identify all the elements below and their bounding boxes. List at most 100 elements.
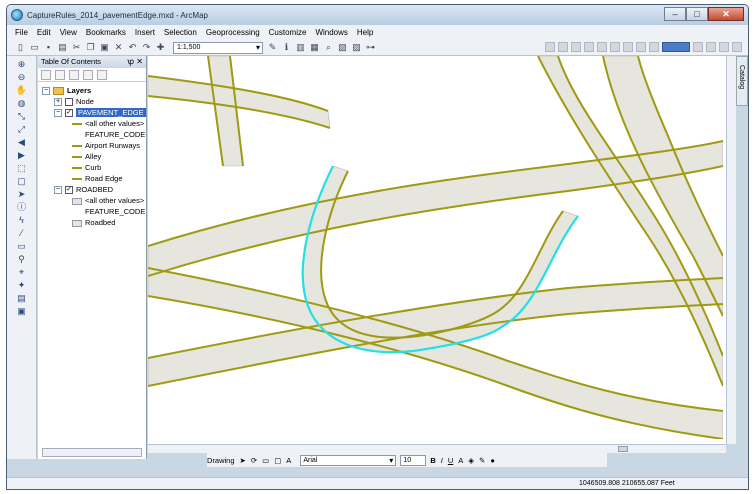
delete-icon[interactable]: ✕ [113, 42, 124, 53]
pan-icon[interactable]: ✋ [15, 85, 29, 95]
roadbed-polygons [148, 56, 724, 440]
menu-view[interactable]: View [60, 28, 77, 37]
font-family-dropdown[interactable]: Arial [300, 454, 397, 466]
map-scale-dropdown[interactable]: 1:1,500 [173, 41, 263, 54]
html-popup-icon[interactable]: ⁄ [15, 228, 29, 238]
collapse-icon[interactable]: − [42, 87, 50, 96]
collapse-icon[interactable]: − [54, 186, 62, 195]
arcmap-app-icon [11, 9, 23, 21]
callout-icon[interactable]: ▢ [274, 456, 281, 465]
find-route-icon[interactable]: ⌖ [15, 267, 29, 277]
create-viewer-window-icon[interactable]: ▣ [15, 306, 29, 316]
print-icon[interactable]: ▤ [57, 42, 68, 53]
minimize-button[interactable]: – [664, 7, 686, 21]
toc-horizontal-scrollbar[interactable] [42, 448, 142, 457]
scroll-thumb[interactable] [618, 446, 628, 452]
zoom-out-icon[interactable]: ⊖ [15, 72, 29, 82]
cut-icon[interactable]: ✂ [71, 42, 82, 53]
list-by-selection-icon[interactable] [83, 69, 93, 80]
previous-extent-icon[interactable]: ◀ [15, 137, 29, 147]
copy-icon[interactable]: ❐ [85, 42, 96, 53]
paste-icon[interactable]: ▣ [99, 42, 110, 53]
fixed-zoom-in-icon[interactable]: ⤡ [15, 111, 29, 121]
map-canvas[interactable] [148, 56, 724, 440]
menu-help[interactable]: Help [357, 28, 373, 37]
close-button[interactable]: ✕ [708, 7, 744, 21]
class-label: Road Edge [85, 174, 123, 183]
list-by-drawing-order-icon[interactable] [41, 69, 51, 80]
map-horizontal-scrollbar[interactable] [148, 444, 726, 453]
select-elements-icon[interactable]: ➤ [240, 456, 246, 465]
layers-group[interactable]: − Layers [42, 86, 91, 96]
fill-color-icon[interactable]: ◈ [468, 456, 474, 465]
menu-windows[interactable]: Windows [315, 28, 347, 37]
menu-selection[interactable]: Selection [164, 28, 197, 37]
node-layer[interactable]: + Node [54, 97, 94, 107]
rotate-icon[interactable]: ⟳ [251, 456, 257, 465]
color-ramp-dropdown[interactable] [662, 42, 690, 52]
pavement-visibility-checkbox[interactable]: ✓ [65, 109, 73, 118]
next-extent-icon[interactable]: ▶ [15, 150, 29, 160]
pavement-edge-layer[interactable]: − ✓ PAVEMENT_EDGE [54, 108, 146, 118]
roadbed-visibility-checkbox[interactable]: ✓ [65, 186, 73, 195]
table-of-contents-icon[interactable]: ▥ [295, 42, 306, 53]
expand-icon[interactable]: + [54, 98, 62, 107]
time-slider-icon[interactable]: ▤ [15, 293, 29, 303]
map-view[interactable] [148, 56, 726, 444]
zoom-in-icon[interactable]: ⊕ [15, 59, 29, 69]
new-document-icon[interactable]: ▯ [15, 42, 26, 53]
disabled-tool-icon [558, 42, 568, 52]
menu-file[interactable]: File [15, 28, 28, 37]
node-visibility-checkbox[interactable] [65, 98, 73, 107]
go-to-xy-icon[interactable]: ✦ [15, 280, 29, 290]
legend-line-swatch [72, 178, 82, 181]
font-size-dropdown[interactable]: 10 [400, 454, 427, 466]
italic-icon[interactable]: I [441, 456, 443, 465]
text-tool-icon[interactable]: A [286, 456, 291, 465]
clear-selection-icon[interactable]: ▢ [15, 176, 29, 186]
open-folder-icon[interactable]: ▭ [29, 42, 40, 53]
catalog-window-icon[interactable]: ▦ [309, 42, 320, 53]
catalog-side-tab[interactable]: Catalog [736, 56, 748, 106]
select-features-icon[interactable]: ⬚ [15, 163, 29, 173]
menu-edit[interactable]: Edit [37, 28, 51, 37]
arctoolbox-icon[interactable]: ▧ [337, 42, 348, 53]
list-by-source-icon[interactable] [55, 69, 65, 80]
save-icon[interactable]: ▪ [43, 42, 54, 53]
search-window-icon[interactable]: ⌕ [323, 42, 334, 53]
undo-icon[interactable]: ↶ [127, 42, 138, 53]
pavement-edge-label: PAVEMENT_EDGE [76, 108, 146, 117]
maximize-button[interactable]: □ [686, 7, 708, 21]
full-extent-icon[interactable]: ◍ [15, 98, 29, 108]
roadbed-layer[interactable]: − ✓ ROADBED [54, 185, 113, 195]
select-elements-icon[interactable]: ➤ [15, 189, 29, 199]
marker-color-icon[interactable]: ● [490, 456, 495, 465]
measure-icon[interactable]: ▭ [15, 241, 29, 251]
identify-tool-icon[interactable]: ⓘ [15, 202, 29, 212]
model-builder-icon[interactable]: ⊶ [365, 42, 376, 53]
hyperlink-icon[interactable]: ϟ [15, 215, 29, 225]
python-window-icon[interactable]: ▨ [351, 42, 362, 53]
identify-icon[interactable]: ℹ [281, 42, 292, 53]
bold-icon[interactable]: B [430, 456, 435, 465]
editor-toolbar-icon[interactable]: ✎ [267, 42, 278, 53]
collapse-icon[interactable]: − [54, 109, 62, 118]
menu-insert[interactable]: Insert [135, 28, 155, 37]
add-data-icon[interactable]: ✚ [155, 42, 166, 53]
rectangle-icon[interactable]: ▭ [262, 456, 269, 465]
roadbed-label: ROADBED [76, 185, 114, 194]
menu-bookmarks[interactable]: Bookmarks [86, 28, 126, 37]
menu-customize[interactable]: Customize [269, 28, 307, 37]
menu-geoprocessing[interactable]: Geoprocessing [206, 28, 260, 37]
map-vertical-scrollbar[interactable] [726, 56, 736, 444]
redo-icon[interactable]: ↷ [141, 42, 152, 53]
fixed-zoom-out-icon[interactable]: ⤢ [15, 124, 29, 134]
toc-pin-close-icon[interactable]: ꝕ ✕ [127, 56, 143, 68]
underline-icon[interactable]: U [448, 456, 453, 465]
font-color-icon[interactable]: A [458, 456, 463, 465]
find-icon[interactable]: ⚲ [15, 254, 29, 264]
line-color-icon[interactable]: ✎ [479, 456, 485, 465]
toc-options-icon[interactable] [97, 69, 107, 80]
list-by-visibility-icon[interactable] [69, 69, 79, 80]
drawing-menu[interactable]: Drawing [207, 456, 235, 465]
